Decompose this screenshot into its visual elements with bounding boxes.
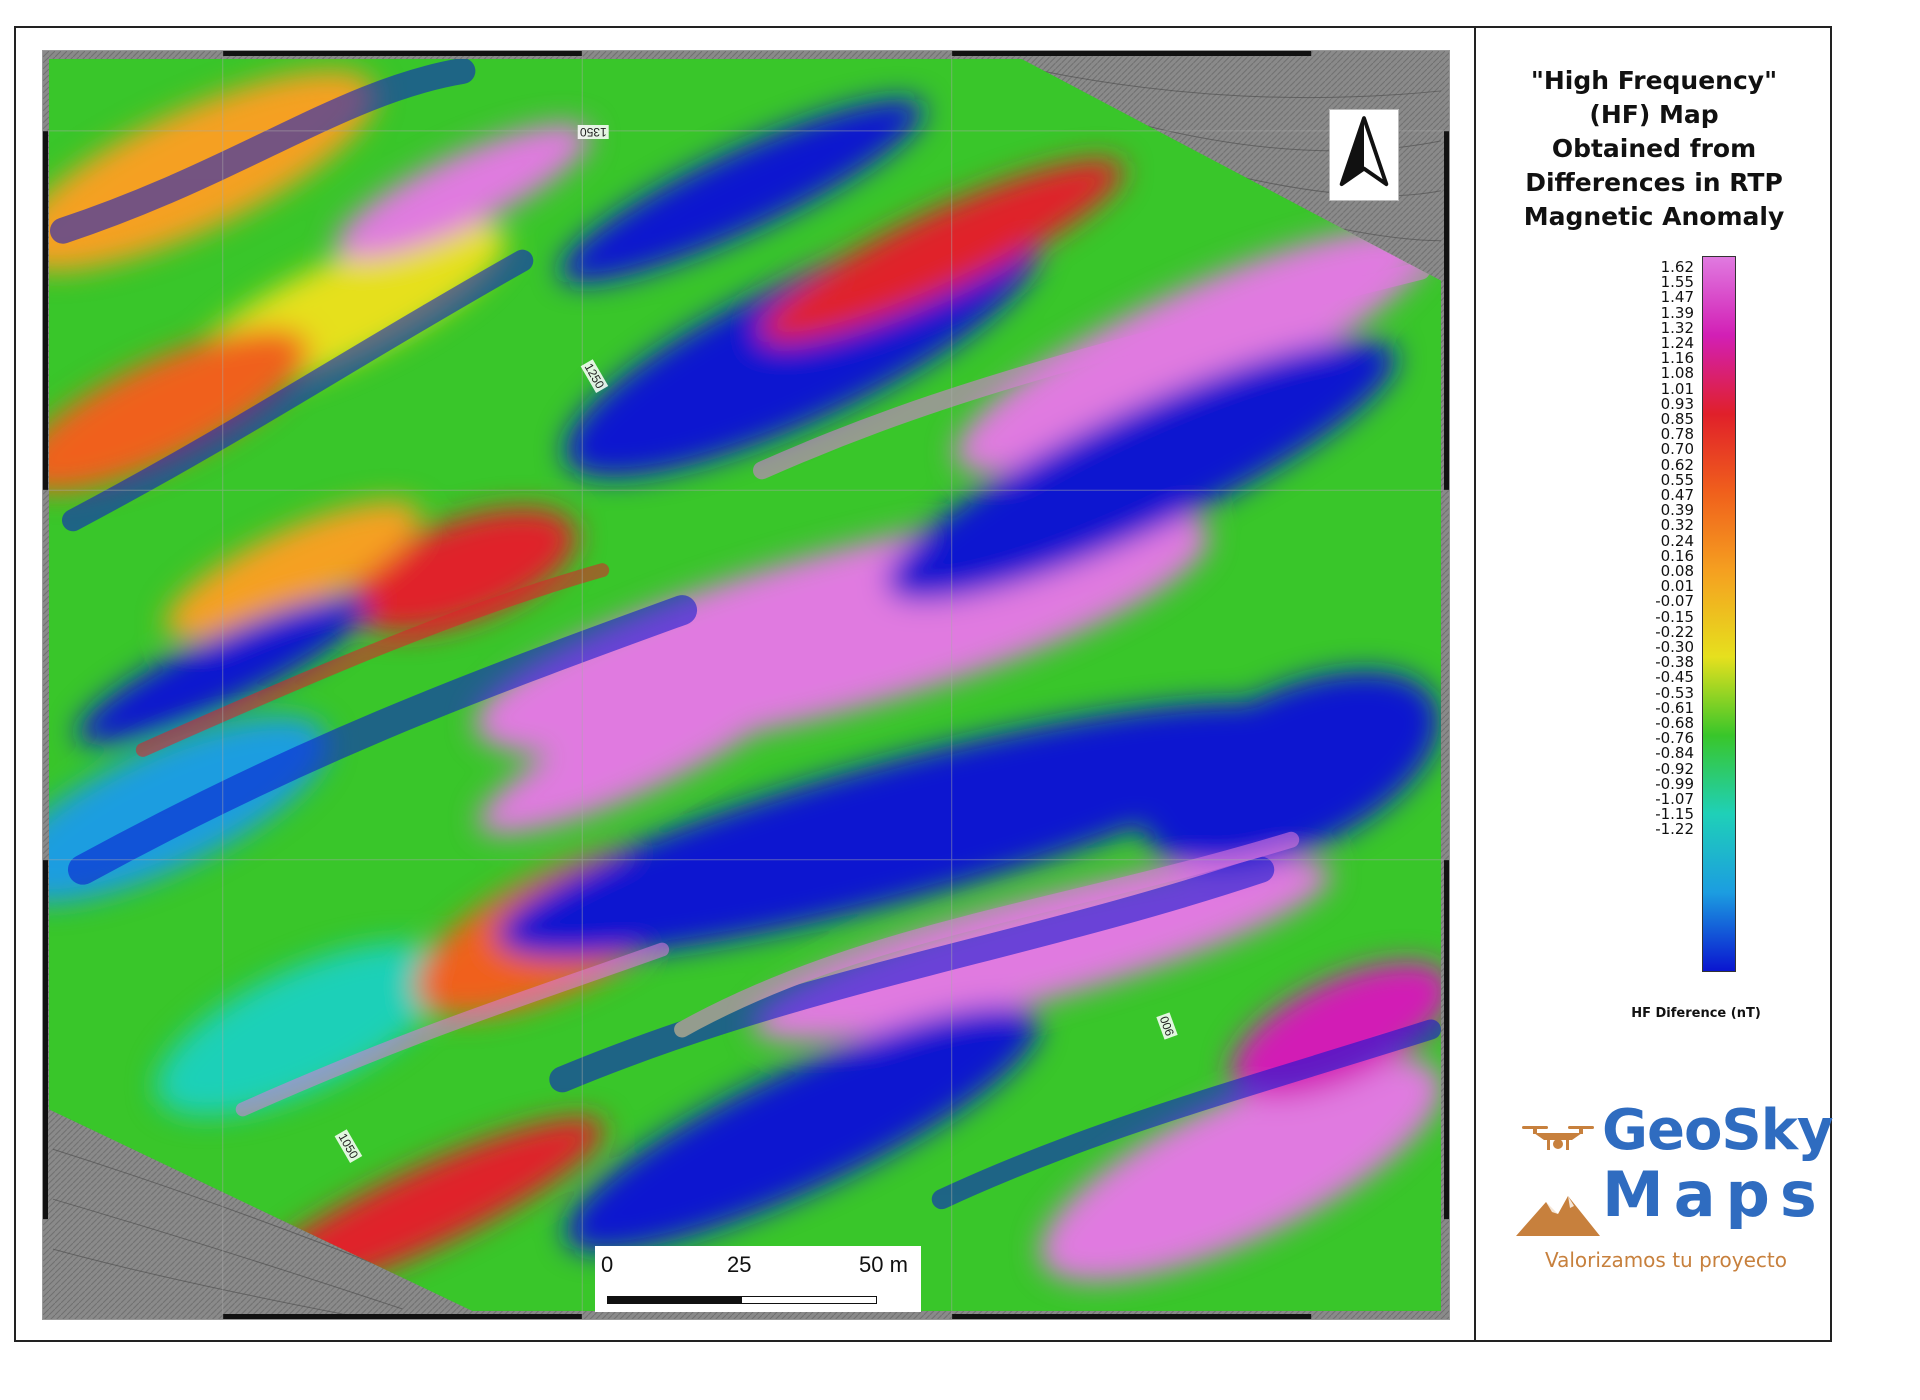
scale-bar-fill: [608, 1297, 742, 1303]
legend-title-line: Differences in RTP: [1525, 168, 1783, 197]
legend-unit-label: HF Diference (nT): [1631, 1006, 1761, 1021]
legend-colorbar: [1702, 256, 1736, 972]
magnetic-anomaly-map[interactable]: [43, 51, 1449, 1319]
scale-label-mid: 25: [727, 1252, 752, 1277]
legend-tick-label: -1.22: [1655, 820, 1694, 839]
legend-panel: "High Frequency" (HF) Map Obtained from …: [1476, 28, 1833, 1340]
logo-line-maps: Maps: [1602, 1158, 1827, 1231]
legend-title-line: Magnetic Anomaly: [1523, 202, 1785, 231]
map-sheet-frame: 1350 1250 900 1050 0 25 50 m "High Frequ…: [14, 26, 1833, 1342]
logo-line-geosky: GeoSky: [1602, 1098, 1833, 1163]
logo-tagline: Valorizamos tu proyecto: [1544, 1248, 1787, 1272]
scale-bar-track: [607, 1296, 877, 1304]
anomaly-grid: [48, 58, 1442, 1312]
north-arrow-icon: [1329, 109, 1399, 201]
geosky-logo: GeoSky Maps Valorizamos tu proyecto: [1516, 1098, 1833, 1298]
scale-label-start: 0: [601, 1252, 614, 1277]
legend-title-line: Obtained from: [1551, 134, 1757, 163]
drone-icon: [1522, 1126, 1594, 1150]
legend-title: "High Frequency" (HF) Map Obtained from …: [1486, 64, 1822, 234]
scale-bar: 0 25 50 m: [595, 1246, 921, 1312]
legend-title-line: "High Frequency": [1530, 66, 1778, 95]
contour-label-1350: 1350: [578, 125, 609, 139]
scale-label-end: 50 m: [859, 1252, 908, 1277]
map-panel[interactable]: 1350 1250 900 1050 0 25 50 m: [42, 50, 1450, 1320]
legend-title-line: (HF) Map: [1589, 100, 1719, 129]
mountain-icon: [1516, 1196, 1600, 1236]
